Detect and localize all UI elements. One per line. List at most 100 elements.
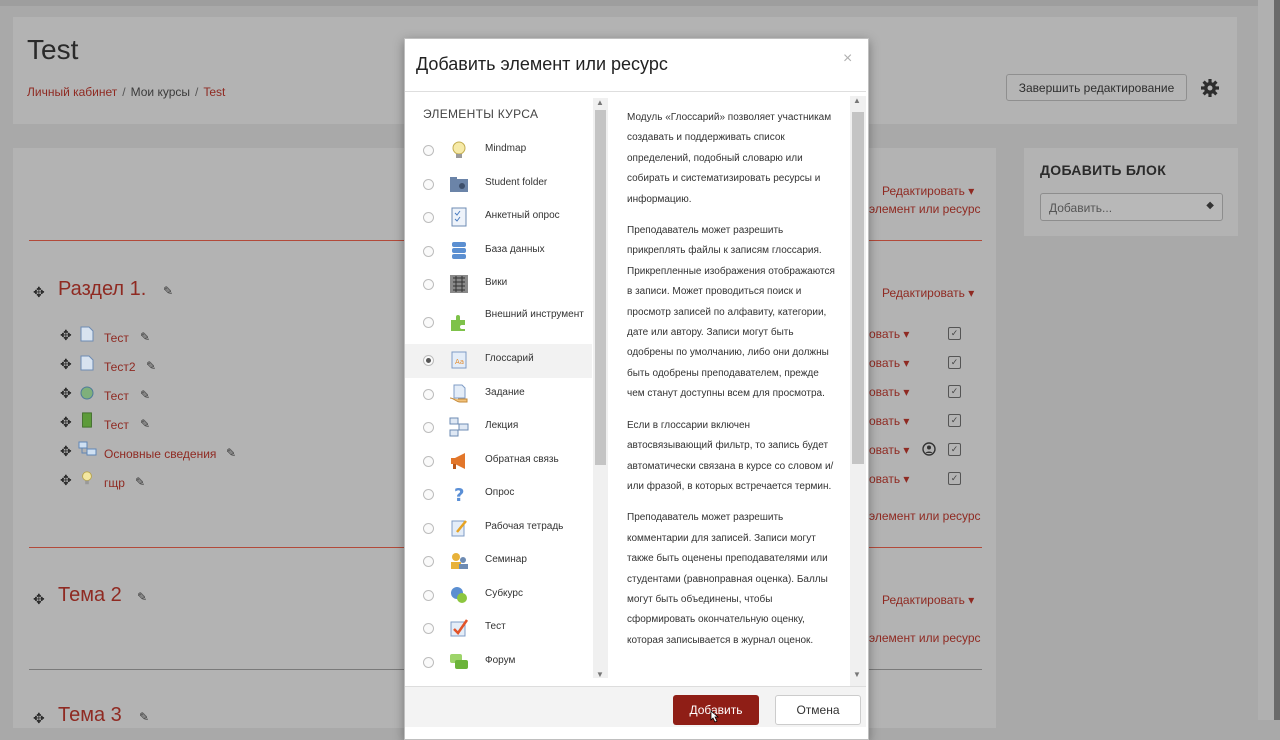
lightbulb-icon — [82, 471, 92, 485]
pencil-icon[interactable]: ✎ — [140, 330, 150, 344]
section2-edit-menu[interactable]: Редактировать ▾ — [882, 593, 974, 607]
scroll-up-icon[interactable]: ▲ — [853, 96, 861, 105]
activity-option-choice[interactable]: ? Опрос — [405, 478, 592, 510]
pencil-icon[interactable]: ✎ — [140, 388, 150, 402]
scroll-down-icon[interactable]: ▼ — [596, 670, 604, 679]
pencil-icon[interactable]: ✎ — [139, 710, 149, 724]
module-edit-menu[interactable]: овать ▾ — [869, 356, 909, 370]
section1-add-activity[interactable]: элемент или ресурс — [869, 509, 981, 523]
finish-editing-button[interactable]: Завершить редактирование — [1006, 74, 1187, 101]
module-link[interactable]: Тест — [104, 331, 129, 345]
module-link[interactable]: Тест — [104, 418, 129, 432]
breadcrumb-my-courses[interactable]: Мои курсы — [131, 85, 190, 99]
page-icon — [80, 326, 94, 342]
activity-option-label: Лекция — [485, 420, 519, 431]
module-link[interactable]: Тест — [104, 389, 129, 403]
completion-checkbox[interactable]: ✓ — [948, 356, 961, 369]
pencil-icon[interactable]: ✎ — [137, 590, 147, 604]
activity-option-feedback[interactable]: Обратная связь — [405, 445, 592, 477]
activity-option-workshop[interactable]: Семинар — [405, 545, 592, 577]
pencil-icon[interactable]: ✎ — [140, 417, 150, 431]
dialog-title: Добавить элемент или ресурс — [416, 54, 668, 74]
move-icon[interactable]: ✥ — [60, 443, 72, 460]
pencil-icon[interactable]: ✎ — [135, 475, 145, 489]
move-icon[interactable]: ✥ — [33, 710, 45, 727]
activity-option-forum[interactable]: Форум — [405, 646, 592, 678]
completion-checkbox[interactable]: ✓ — [948, 385, 961, 398]
move-icon[interactable]: ✥ — [60, 356, 72, 373]
breadcrumb-dashboard[interactable]: Личный кабинет — [27, 85, 117, 99]
radio-button[interactable] — [423, 279, 434, 290]
user-icon[interactable] — [922, 442, 936, 456]
completion-checkbox[interactable]: ✓ — [948, 443, 961, 456]
pencil-icon[interactable]: ✎ — [146, 359, 156, 373]
radio-button[interactable] — [423, 317, 434, 328]
activity-option-label: Субкурс — [485, 588, 523, 599]
radio-button[interactable] — [423, 246, 434, 257]
scroll-up-icon[interactable]: ▲ — [596, 98, 604, 107]
radio-button[interactable] — [423, 556, 434, 567]
section0-edit-menu[interactable]: Редактировать ▾ — [882, 184, 974, 198]
move-icon[interactable]: ✥ — [60, 472, 72, 489]
svg-text:Aa: Aa — [455, 358, 464, 366]
section2-add-activity[interactable]: элемент или ресурс — [869, 631, 981, 645]
activity-description: Модуль «Глоссарий» позволяет участникам … — [611, 92, 849, 685]
gear-icon[interactable] — [1200, 78, 1220, 98]
activity-option-external-tool[interactable]: Внешний инструмент — [405, 300, 592, 344]
pencil-icon[interactable]: ✎ — [226, 446, 236, 460]
activity-option-database[interactable]: База данных — [405, 235, 592, 267]
module-edit-menu[interactable]: овать ▾ — [869, 472, 909, 486]
radio-button[interactable] — [423, 456, 434, 467]
completion-checkbox[interactable]: ✓ — [948, 327, 961, 340]
breadcrumb-course[interactable]: Test — [203, 85, 225, 99]
module-edit-menu[interactable]: овать ▾ — [869, 414, 909, 428]
scrollbar-thumb[interactable] — [852, 112, 864, 464]
activity-option-glossary[interactable]: Aa Глоссарий — [405, 344, 592, 378]
section0-add-activity[interactable]: элемент или ресурс — [869, 202, 981, 216]
move-icon[interactable]: ✥ — [33, 284, 45, 301]
completion-checkbox[interactable]: ✓ — [948, 414, 961, 427]
scroll-down-icon[interactable]: ▼ — [853, 670, 861, 679]
module-edit-menu[interactable]: овать ▾ — [869, 443, 909, 457]
module-link[interactable]: Основные сведения — [104, 447, 216, 461]
move-icon[interactable]: ✥ — [60, 414, 72, 431]
module-link[interactable]: гщр — [104, 476, 125, 490]
radio-button[interactable] — [423, 389, 434, 400]
move-icon[interactable]: ✥ — [60, 385, 72, 402]
page-icon — [80, 355, 94, 371]
description-scrollbar[interactable]: ▲ ▼ — [850, 96, 866, 686]
activity-option-mindmap[interactable]: Mindmap — [405, 134, 592, 166]
radio-button[interactable] — [423, 145, 434, 156]
radio-button[interactable] — [423, 523, 434, 534]
activity-option-subcourse[interactable]: Субкурс — [405, 579, 592, 611]
cancel-button[interactable]: Отмена — [775, 695, 861, 725]
radio-button[interactable] — [423, 212, 434, 223]
completion-checkbox[interactable]: ✓ — [948, 472, 961, 485]
activity-option-assignment[interactable]: Задание — [405, 378, 592, 410]
activity-option-workbook[interactable]: Рабочая тетрадь — [405, 512, 592, 544]
activity-option-quiz[interactable]: Тест — [405, 612, 592, 644]
activity-option-survey[interactable]: Анкетный опрос — [405, 201, 592, 233]
activity-list-scrollbar[interactable]: ▲ ▼ — [593, 98, 608, 679]
radio-button[interactable] — [423, 422, 434, 433]
move-icon[interactable]: ✥ — [33, 591, 45, 608]
pencil-icon[interactable]: ✎ — [163, 284, 173, 298]
radio-button[interactable] — [423, 623, 434, 634]
activity-option-wiki[interactable]: Вики — [405, 268, 592, 300]
section1-edit-menu[interactable]: Редактировать ▾ — [882, 286, 974, 300]
radio-button[interactable] — [423, 489, 434, 500]
move-icon[interactable]: ✥ — [60, 327, 72, 344]
add-block-select[interactable]: Добавить... ◆ — [1040, 193, 1223, 221]
module-link[interactable]: Тест2 — [104, 360, 136, 374]
module-edit-menu[interactable]: овать ▾ — [869, 327, 909, 341]
close-icon[interactable]: × — [843, 50, 852, 68]
module-edit-menu[interactable]: овать ▾ — [869, 385, 909, 399]
activity-option-student-folder[interactable]: Student folder — [405, 168, 592, 200]
radio-button[interactable] — [423, 657, 434, 668]
radio-button[interactable] — [423, 179, 434, 190]
section-title: Тема 3 — [58, 704, 122, 726]
radio-button[interactable] — [423, 590, 434, 601]
scrollbar-thumb[interactable] — [595, 110, 606, 465]
activity-option-lesson[interactable]: Лекция — [405, 411, 592, 443]
radio-button[interactable] — [423, 355, 434, 366]
